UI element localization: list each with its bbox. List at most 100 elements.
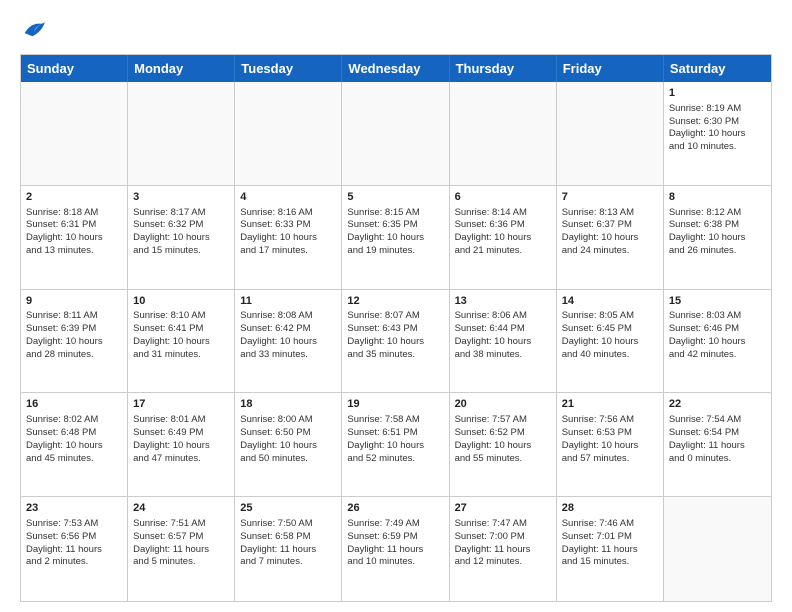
day-info-line: and 10 minutes. [347,556,443,569]
calendar-cell: 15Sunrise: 8:03 AMSunset: 6:46 PMDayligh… [664,290,771,393]
calendar-week-row: 1Sunrise: 8:19 AMSunset: 6:30 PMDaylight… [21,82,771,186]
day-info-line: and 7 minutes. [240,556,336,569]
calendar-week-row: 23Sunrise: 7:53 AMSunset: 6:56 PMDayligh… [21,497,771,601]
day-info-line: and 12 minutes. [455,556,551,569]
day-info-line: Daylight: 11 hours [669,440,766,453]
day-info-line: and 55 minutes. [455,453,551,466]
day-info-line: Sunrise: 8:14 AM [455,207,551,220]
day-info-line: Sunrise: 7:47 AM [455,518,551,531]
calendar-cell: 7Sunrise: 8:13 AMSunset: 6:37 PMDaylight… [557,186,664,289]
day-info-line: and 2 minutes. [26,556,122,569]
day-info-line: Sunrise: 8:02 AM [26,414,122,427]
day-info-line: Daylight: 10 hours [669,128,766,141]
day-number: 10 [133,294,229,309]
day-info-line: Sunrise: 8:19 AM [669,103,766,116]
day-info-line: and 10 minutes. [669,141,766,154]
calendar-cell: 21 Sunrise: 7:56 AMSunset: 6:53 PMDayligh… [557,393,664,496]
day-info-line: Sunset: 6:39 PM [26,323,122,336]
day-info-line: Sunset: 6:52 PM [455,427,551,440]
calendar-cell: 14Sunrise: 8:05 AMSunset: 6:45 PMDayligh… [557,290,664,393]
day-info-line: Daylight: 10 hours [669,336,766,349]
day-info-line: and 26 minutes. [669,245,766,258]
logo-bird-icon [20,16,48,44]
day-info-line: Daylight: 10 hours [240,336,336,349]
day-info-line: Sunrise: 8:03 AM [669,310,766,323]
header [20,16,772,44]
day-info-line: Sunrise: 8:05 AM [562,310,658,323]
day-info-line: Daylight: 10 hours [133,440,229,453]
calendar-week-row: 2Sunrise: 8:18 AMSunset: 6:31 PMDaylight… [21,186,771,290]
day-number: 7 [562,190,658,205]
day-info-line: and 45 minutes. [26,453,122,466]
calendar-cell: 2Sunrise: 8:18 AMSunset: 6:31 PMDaylight… [21,186,128,289]
day-info-line: Sunset: 6:33 PM [240,219,336,232]
calendar-cell: 18Sunrise: 8:00 AMSunset: 6:50 PMDayligh… [235,393,342,496]
day-info-line: Sunset: 6:38 PM [669,219,766,232]
day-info-line: Daylight: 10 hours [562,336,658,349]
day-info-line: Daylight: 10 hours [347,232,443,245]
day-info-line: and 57 minutes. [562,453,658,466]
day-number: 13 [455,294,551,309]
day-of-week-header: Tuesday [235,55,342,82]
calendar-cell: 24Sunrise: 7:51 AMSunset: 6:57 PMDayligh… [128,497,235,601]
day-info-line: Daylight: 10 hours [240,232,336,245]
day-info-line: Daylight: 11 hours [133,544,229,557]
day-info-line: Sunset: 6:54 PM [669,427,766,440]
day-number: 20 [455,397,551,412]
day-info-line: Sunrise: 8:13 AM [562,207,658,220]
day-info-line: Sunset: 6:37 PM [562,219,658,232]
day-info-line: Sunset: 6:35 PM [347,219,443,232]
day-info-line: Daylight: 10 hours [562,440,658,453]
day-info-line: Sunrise: 7:49 AM [347,518,443,531]
day-of-week-header: Monday [128,55,235,82]
day-info-line: Sunset: 6:44 PM [455,323,551,336]
day-info-line: Daylight: 10 hours [26,232,122,245]
day-info-line: Sunrise: 7:51 AM [133,518,229,531]
calendar: SundayMondayTuesdayWednesdayThursdayFrid… [20,54,772,602]
day-info-line: Daylight: 11 hours [240,544,336,557]
day-info-line: and 47 minutes. [133,453,229,466]
day-info-line: Sunrise: 7:54 AM [669,414,766,427]
day-of-week-header: Wednesday [342,55,449,82]
day-info-line: Sunrise: 8:07 AM [347,310,443,323]
day-info-line: Sunset: 6:41 PM [133,323,229,336]
day-info-line: Sunset: 6:31 PM [26,219,122,232]
day-info-line: Sunrise: 7:57 AM [455,414,551,427]
day-info-line: Sunrise: 7:46 AM [562,518,658,531]
calendar-body: 1Sunrise: 8:19 AMSunset: 6:30 PMDaylight… [21,82,771,601]
day-info-line: Sunrise: 8:00 AM [240,414,336,427]
day-info-line: Sunset: 6:57 PM [133,531,229,544]
day-info-line: and 17 minutes. [240,245,336,258]
day-info-line: Sunset: 6:45 PM [562,323,658,336]
day-number: 3 [133,190,229,205]
day-number: 11 [240,294,336,309]
calendar-cell: 19Sunrise: 7:58 AMSunset: 6:51 PMDayligh… [342,393,449,496]
day-info-line: Sunrise: 8:06 AM [455,310,551,323]
day-info-line: Sunrise: 7:56 AM [562,414,658,427]
day-info-line: Daylight: 10 hours [455,336,551,349]
calendar-cell [664,497,771,601]
day-of-week-header: Saturday [664,55,771,82]
day-info-line: Daylight: 10 hours [455,440,551,453]
calendar-cell: 20 Sunrise: 7:57 AMSunset: 6:52 PMDayligh… [450,393,557,496]
day-info-line: Daylight: 10 hours [26,336,122,349]
day-info-line: Sunset: 6:53 PM [562,427,658,440]
day-info-line: Daylight: 10 hours [347,336,443,349]
calendar-header: SundayMondayTuesdayWednesdayThursdayFrid… [21,55,771,82]
day-number: 16 [26,397,122,412]
calendar-cell: 25Sunrise: 7:50 AMSunset: 6:58 PMDayligh… [235,497,342,601]
day-info-line: and 35 minutes. [347,349,443,362]
day-number: 26 [347,501,443,516]
day-number: 21 [562,397,658,412]
day-info-line: and 5 minutes. [133,556,229,569]
day-number: 18 [240,397,336,412]
calendar-week-row: 16Sunrise: 8:02 AMSunset: 6:48 PMDayligh… [21,393,771,497]
day-number: 25 [240,501,336,516]
day-info-line: Sunrise: 8:17 AM [133,207,229,220]
day-number: 4 [240,190,336,205]
day-of-week-header: Thursday [450,55,557,82]
calendar-cell: 22Sunrise: 7:54 AMSunset: 6:54 PMDayligh… [664,393,771,496]
calendar-cell: 6Sunrise: 8:14 AMSunset: 6:36 PMDaylight… [450,186,557,289]
day-info-line: and 21 minutes. [455,245,551,258]
calendar-cell: 17Sunrise: 8:01 AMSunset: 6:49 PMDayligh… [128,393,235,496]
